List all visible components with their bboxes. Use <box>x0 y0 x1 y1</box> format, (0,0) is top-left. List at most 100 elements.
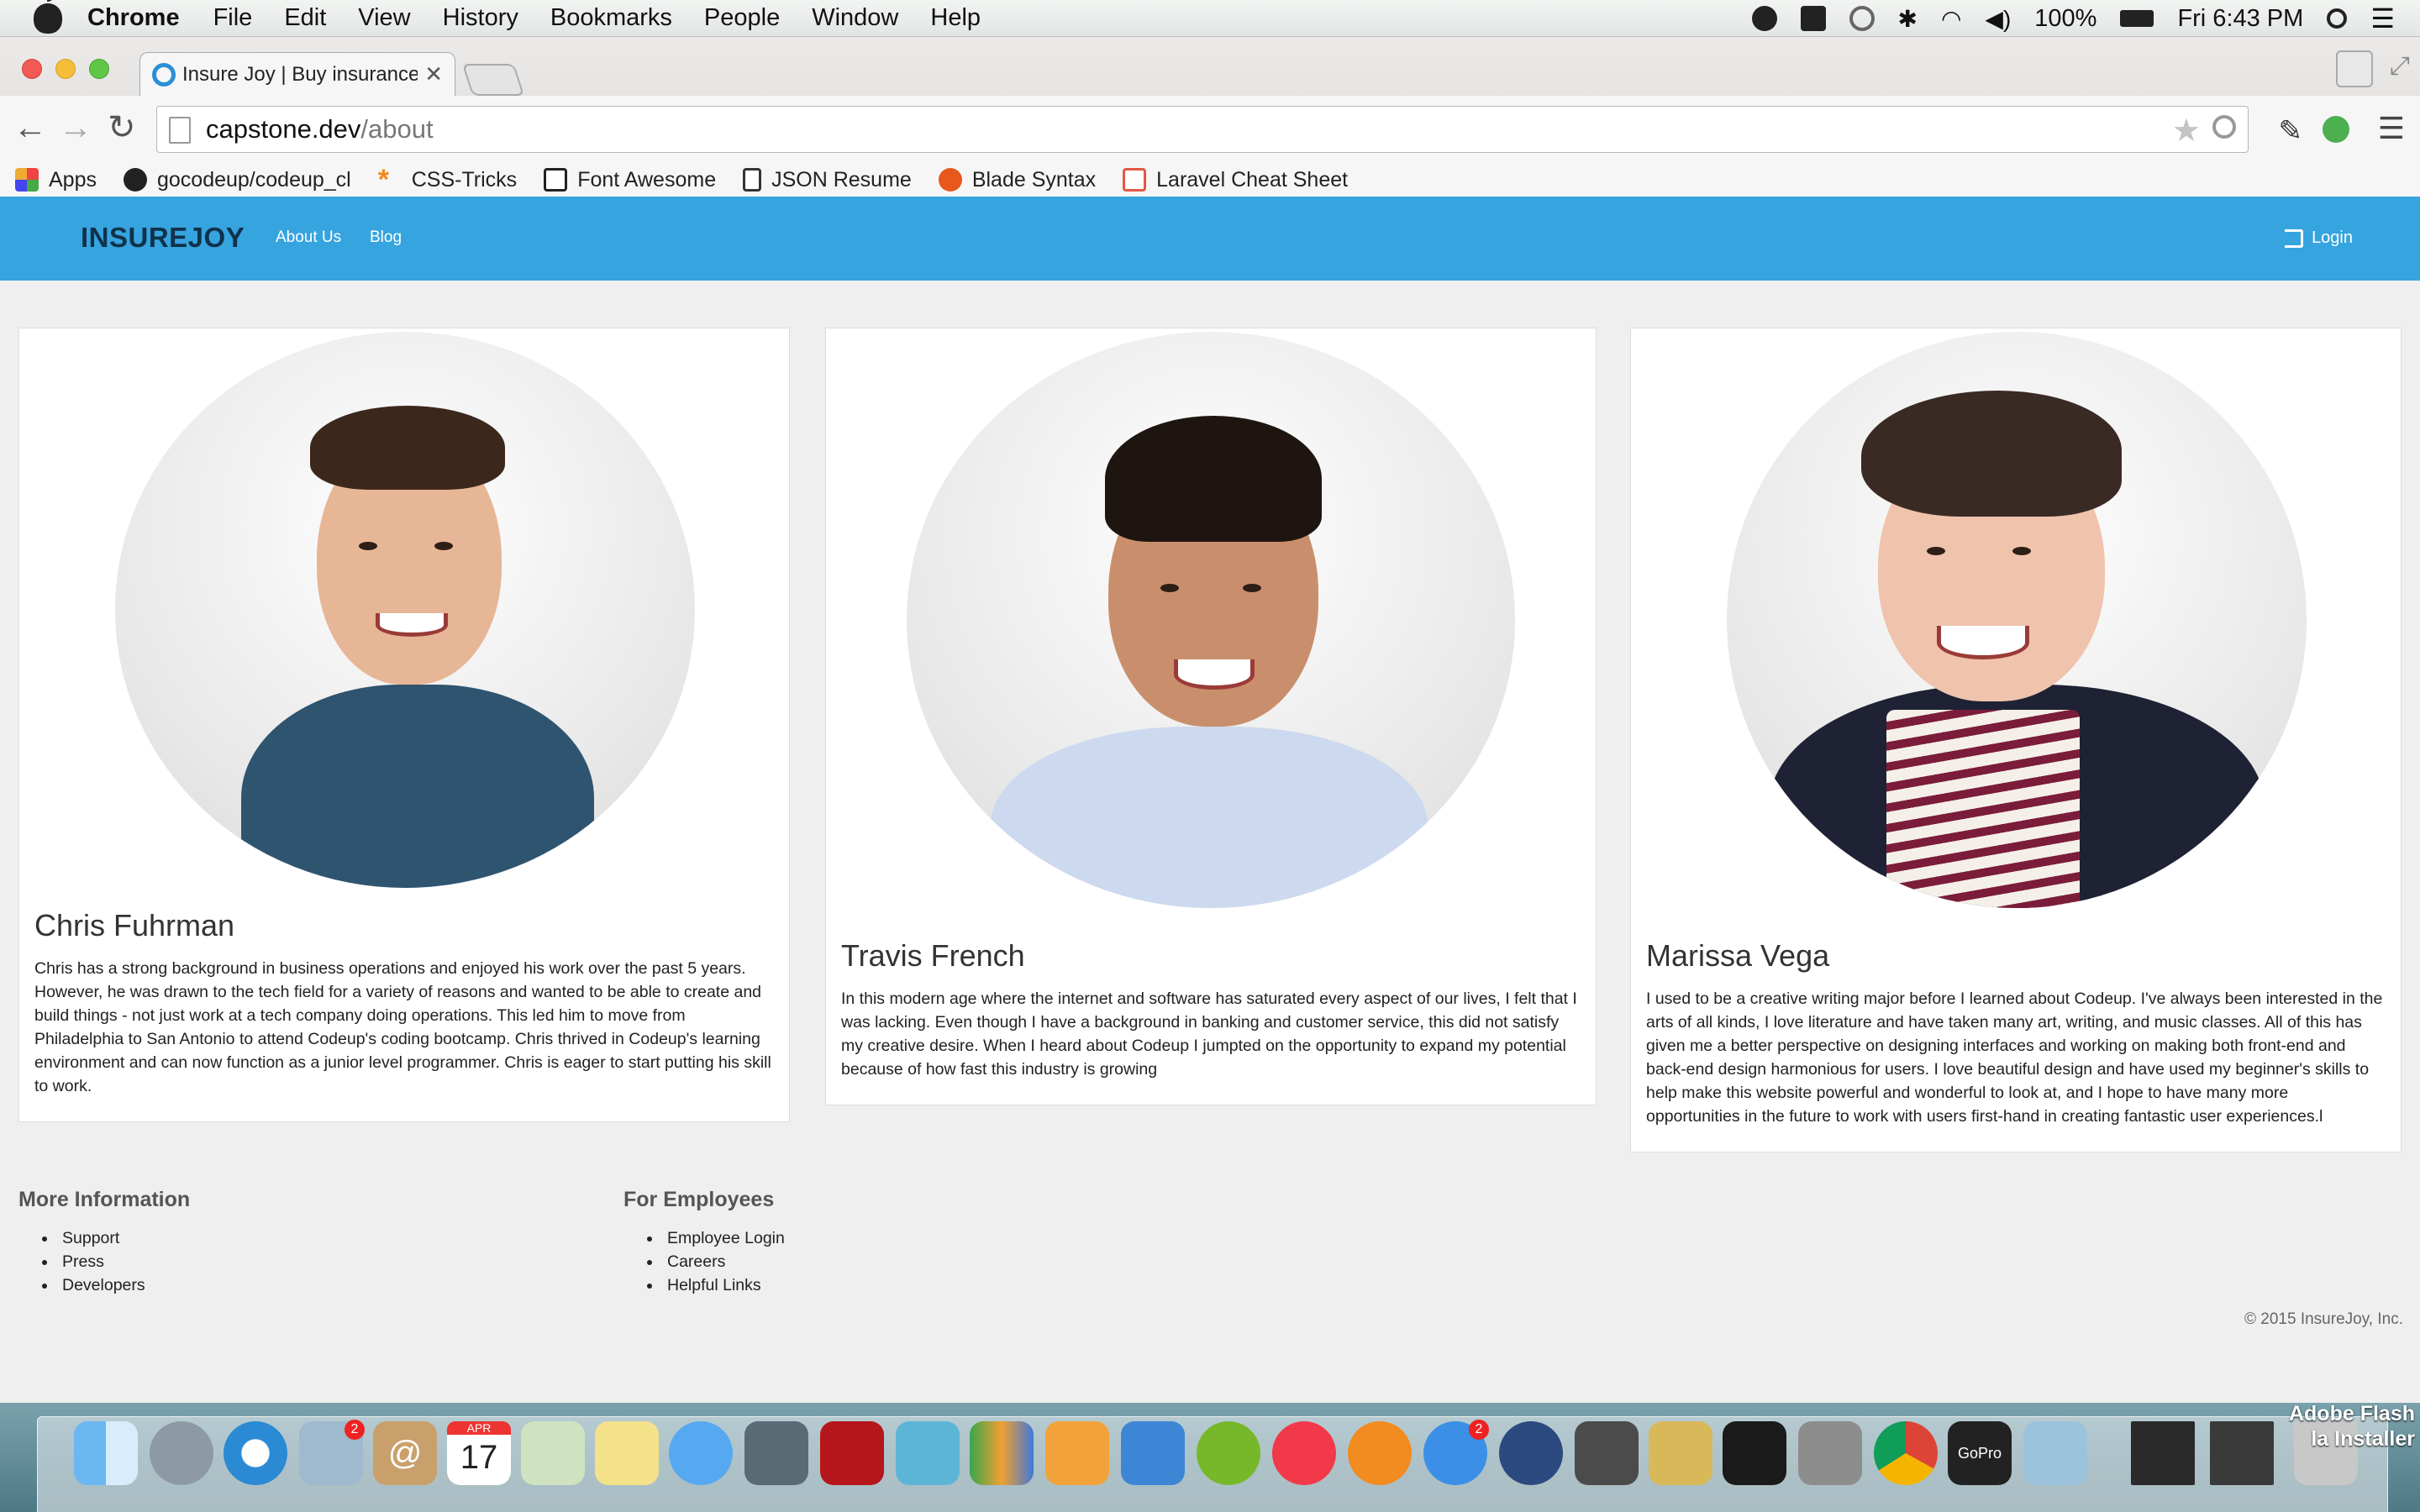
speech-bubble-icon[interactable] <box>1751 6 1777 31</box>
footer-link-helpful-links[interactable]: Helpful Links <box>623 1273 785 1297</box>
bookmark-laravel-cheat-sheet[interactable]: Laravel Cheat Sheet <box>1123 168 1348 192</box>
reload-icon[interactable]: ↻ <box>108 111 136 144</box>
chrome-icon[interactable] <box>1874 1421 1938 1485</box>
photo-booth-icon[interactable] <box>820 1421 884 1485</box>
footer-link-developers[interactable]: Developers <box>18 1273 145 1297</box>
nav-link-about-us[interactable]: About Us <box>276 228 341 247</box>
new-tab-button[interactable] <box>461 64 525 96</box>
mail-badge: 2 <box>345 1420 365 1440</box>
team-member-bio: In this modern age where the internet an… <box>841 990 1577 1079</box>
hair <box>310 406 505 490</box>
gopro-icon[interactable]: GoPro <box>1948 1421 2012 1485</box>
menu-view[interactable]: View <box>358 4 410 32</box>
menu-file[interactable]: File <box>213 4 253 32</box>
close-window-button[interactable] <box>22 59 42 79</box>
pages-icon[interactable] <box>1045 1421 1109 1485</box>
page-icon <box>169 117 191 144</box>
tab-close-icon[interactable]: ✕ <box>424 61 443 87</box>
maps-icon[interactable] <box>521 1421 585 1485</box>
bookmark-label: CSS-Tricks <box>411 167 518 192</box>
eye <box>1927 547 1945 555</box>
tab-active[interactable]: Insure Joy | Buy insurance ✕ <box>139 52 455 96</box>
footer-link-support[interactable]: Support <box>18 1226 145 1250</box>
minimize-window-button[interactable] <box>55 59 76 79</box>
zoom-window-button[interactable] <box>89 59 109 79</box>
footer-link-employee-login[interactable]: Employee Login <box>623 1226 785 1250</box>
safari-icon[interactable] <box>224 1421 287 1485</box>
zoom-magnifier-icon[interactable] <box>2212 115 2236 139</box>
menu-edit[interactable]: Edit <box>284 4 326 32</box>
bookmark-star-icon[interactable]: ★ <box>2172 112 2201 150</box>
bookmark-github[interactable]: gocodeup/codeup_cl <box>123 168 351 192</box>
bookmark-blade-syntax[interactable]: Blade Syntax <box>938 168 1096 192</box>
address-bar[interactable]: capstone.dev/about ★ <box>156 106 2249 153</box>
sequel-pro-icon[interactable] <box>1649 1421 1712 1485</box>
spotlight-search-icon[interactable] <box>2327 8 2348 29</box>
battery-percent[interactable]: 100% <box>2034 5 2096 33</box>
bookmark-json-resume[interactable]: JSON Resume <box>743 168 912 192</box>
bookmark-label: Apps <box>49 167 97 192</box>
iphoto-icon[interactable] <box>896 1421 960 1485</box>
facetime-icon[interactable] <box>744 1421 808 1485</box>
sign-in-icon <box>2285 228 2304 248</box>
menu-clock[interactable]: Fri 6:43 PM <box>2177 5 2303 33</box>
site-brand-logo[interactable]: INSUREJOY <box>81 222 245 254</box>
profile-icon[interactable] <box>2336 50 2373 87</box>
app-store-badge: 2 <box>1469 1420 1489 1440</box>
notes-icon[interactable] <box>595 1421 659 1485</box>
terminal-icon[interactable] <box>1723 1421 1786 1485</box>
battery-icon[interactable] <box>2120 10 2154 27</box>
team-member-bio: Chris has a strong background in busines… <box>34 959 771 1095</box>
notification-center-icon[interactable]: ☰ <box>2370 3 2395 34</box>
flag-icon <box>544 168 568 192</box>
screenshot-thumbnail[interactable] <box>2131 1421 2195 1485</box>
launchpad-icon[interactable] <box>150 1421 213 1485</box>
keynote-icon[interactable] <box>1121 1421 1185 1485</box>
bluetooth-icon[interactable]: ✱ <box>1898 5 1918 33</box>
menu-bookmarks[interactable]: Bookmarks <box>550 4 672 32</box>
footer-link-careers[interactable]: Careers <box>623 1250 785 1273</box>
time-machine-icon[interactable] <box>1849 6 1875 31</box>
menu-extras: ✱ ◠ ◀) 100% Fri 6:43 PM ☰ <box>1751 0 2395 37</box>
volume-icon[interactable]: ◀) <box>1985 5 2011 33</box>
apple-icon[interactable] <box>34 0 62 34</box>
fullscreen-icon[interactable]: ⤢ <box>2390 52 2410 81</box>
profile-photo-chris <box>115 332 695 888</box>
finder-icon[interactable] <box>74 1421 138 1485</box>
bookmark-font-awesome[interactable]: Font Awesome <box>544 168 716 192</box>
footer-heading-for-employees: For Employees <box>623 1188 775 1211</box>
menu-app-name[interactable]: Chrome <box>87 4 180 32</box>
login-link[interactable]: Login <box>2285 228 2353 248</box>
contacts-icon[interactable]: @ <box>373 1421 437 1485</box>
url-path: /about <box>360 114 434 144</box>
footer-link-press[interactable]: Press <box>18 1250 145 1273</box>
menu-help[interactable]: Help <box>930 4 981 32</box>
evernote-extension-icon[interactable] <box>2323 116 2349 143</box>
smile <box>376 613 448 637</box>
back-arrow-icon[interactable]: ← <box>13 111 47 144</box>
messages-icon[interactable] <box>669 1421 733 1485</box>
system-preferences-icon[interactable] <box>1798 1421 1862 1485</box>
forward-arrow-icon[interactable]: → <box>59 111 92 144</box>
nav-link-blog[interactable]: Blog <box>370 228 402 247</box>
bookmark-css-tricks[interactable]: * CSS-Tricks <box>378 165 518 194</box>
calendar-icon[interactable]: APR 17 <box>447 1421 511 1485</box>
chrome-menu-icon[interactable]: ☰ <box>2378 111 2405 146</box>
bookmark-apps[interactable]: Apps <box>15 168 97 192</box>
menu-people[interactable]: People <box>704 4 780 32</box>
eyedropper-extension-icon[interactable]: ✎ <box>2279 114 2303 148</box>
menu-window[interactable]: Window <box>812 4 898 32</box>
downloads-stack-icon[interactable] <box>2210 1421 2274 1485</box>
numbers-icon[interactable] <box>970 1421 1034 1485</box>
team-member-name: Travis French <box>841 938 1025 973</box>
eye <box>434 542 453 550</box>
sourcetree-icon[interactable] <box>1499 1421 1563 1485</box>
preview-icon[interactable] <box>2023 1421 2087 1485</box>
spotify-icon[interactable] <box>1197 1421 1260 1485</box>
wifi-icon[interactable]: ◠ <box>1941 5 1961 33</box>
sublime-text-icon[interactable] <box>1575 1421 1639 1485</box>
ibooks-icon[interactable] <box>1348 1421 1412 1485</box>
menu-history[interactable]: History <box>443 4 518 32</box>
itunes-icon[interactable] <box>1272 1421 1336 1485</box>
monitor-icon[interactable] <box>1800 6 1826 31</box>
